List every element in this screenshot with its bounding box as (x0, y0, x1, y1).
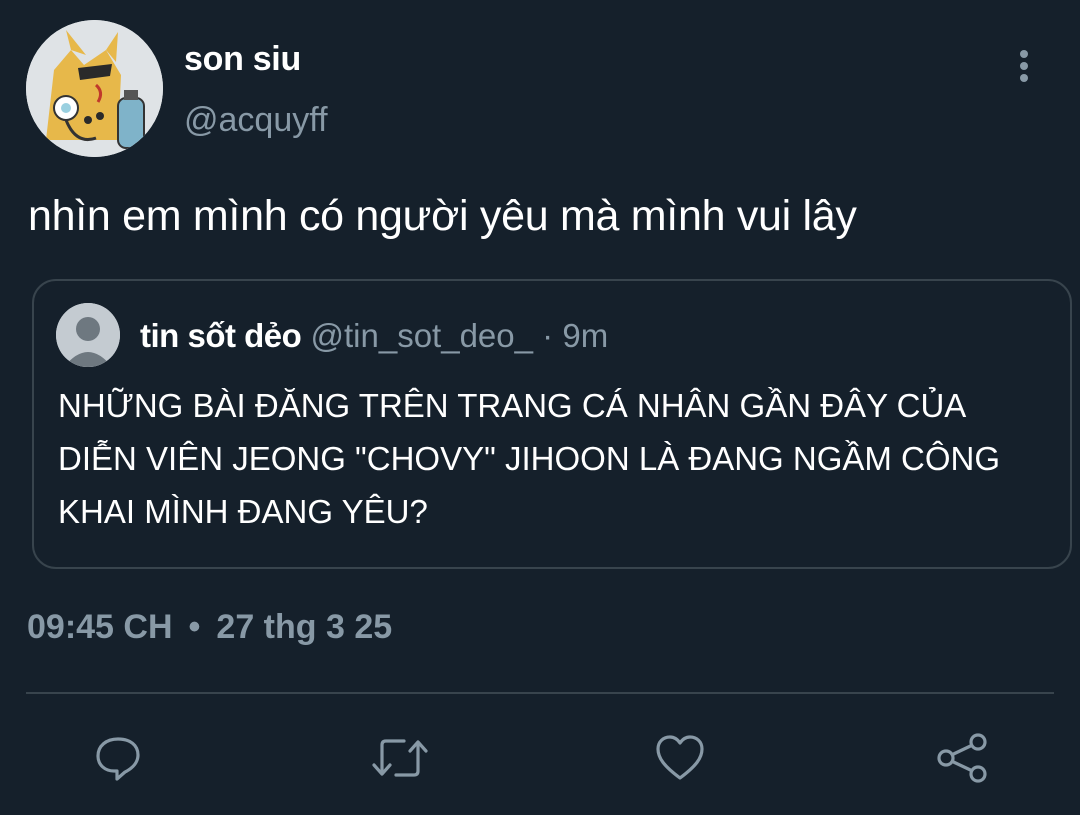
author-handle[interactable]: @acquyff (184, 101, 328, 140)
tweet-timestamp: 09:45 CH • 27 thg 3 25 (27, 608, 392, 647)
quoted-author-handle: @tin_sot_deo_ (310, 317, 534, 354)
author-avatar[interactable] (26, 20, 163, 157)
quoted-tweet-age: 9m (562, 317, 609, 354)
reply-button[interactable] (88, 728, 148, 788)
default-avatar-icon (56, 303, 120, 367)
avatar-illustration (26, 20, 163, 157)
quoted-tweet-text: NHỮNG BÀI ĐĂNG TRÊN TRANG CÁ NHÂN GẦN ĐÂ… (58, 387, 1001, 530)
author-name[interactable]: son siu (184, 40, 301, 79)
divider (26, 692, 1054, 694)
share-icon (937, 733, 987, 783)
like-button[interactable] (650, 728, 710, 788)
tweet-date: 27 thg 3 25 (216, 608, 393, 646)
quoted-separator: · (542, 317, 554, 354)
retweet-icon (372, 739, 428, 777)
tweet-text: nhìn em mình có người yêu mà mình vui lâ… (28, 192, 857, 240)
share-button[interactable] (932, 728, 992, 788)
quoted-author-avatar (56, 303, 120, 367)
comment-icon (96, 737, 140, 781)
quoted-tweet-header: tin sốt dẻo @tin_sot_deo_ · 9m (140, 317, 608, 355)
timestamp-separator: • (188, 608, 201, 646)
quoted-tweet-card[interactable]: tin sốt dẻo @tin_sot_deo_ · 9m NHỮNG BÀI… (32, 279, 1072, 569)
vertical-dots-icon (1020, 50, 1028, 82)
quoted-author-name: tin sốt dẻo (140, 317, 302, 354)
tweet-time: 09:45 CH (27, 608, 173, 646)
retweet-button[interactable] (370, 728, 430, 788)
more-options-button[interactable] (1004, 44, 1044, 88)
heart-icon (656, 735, 704, 780)
